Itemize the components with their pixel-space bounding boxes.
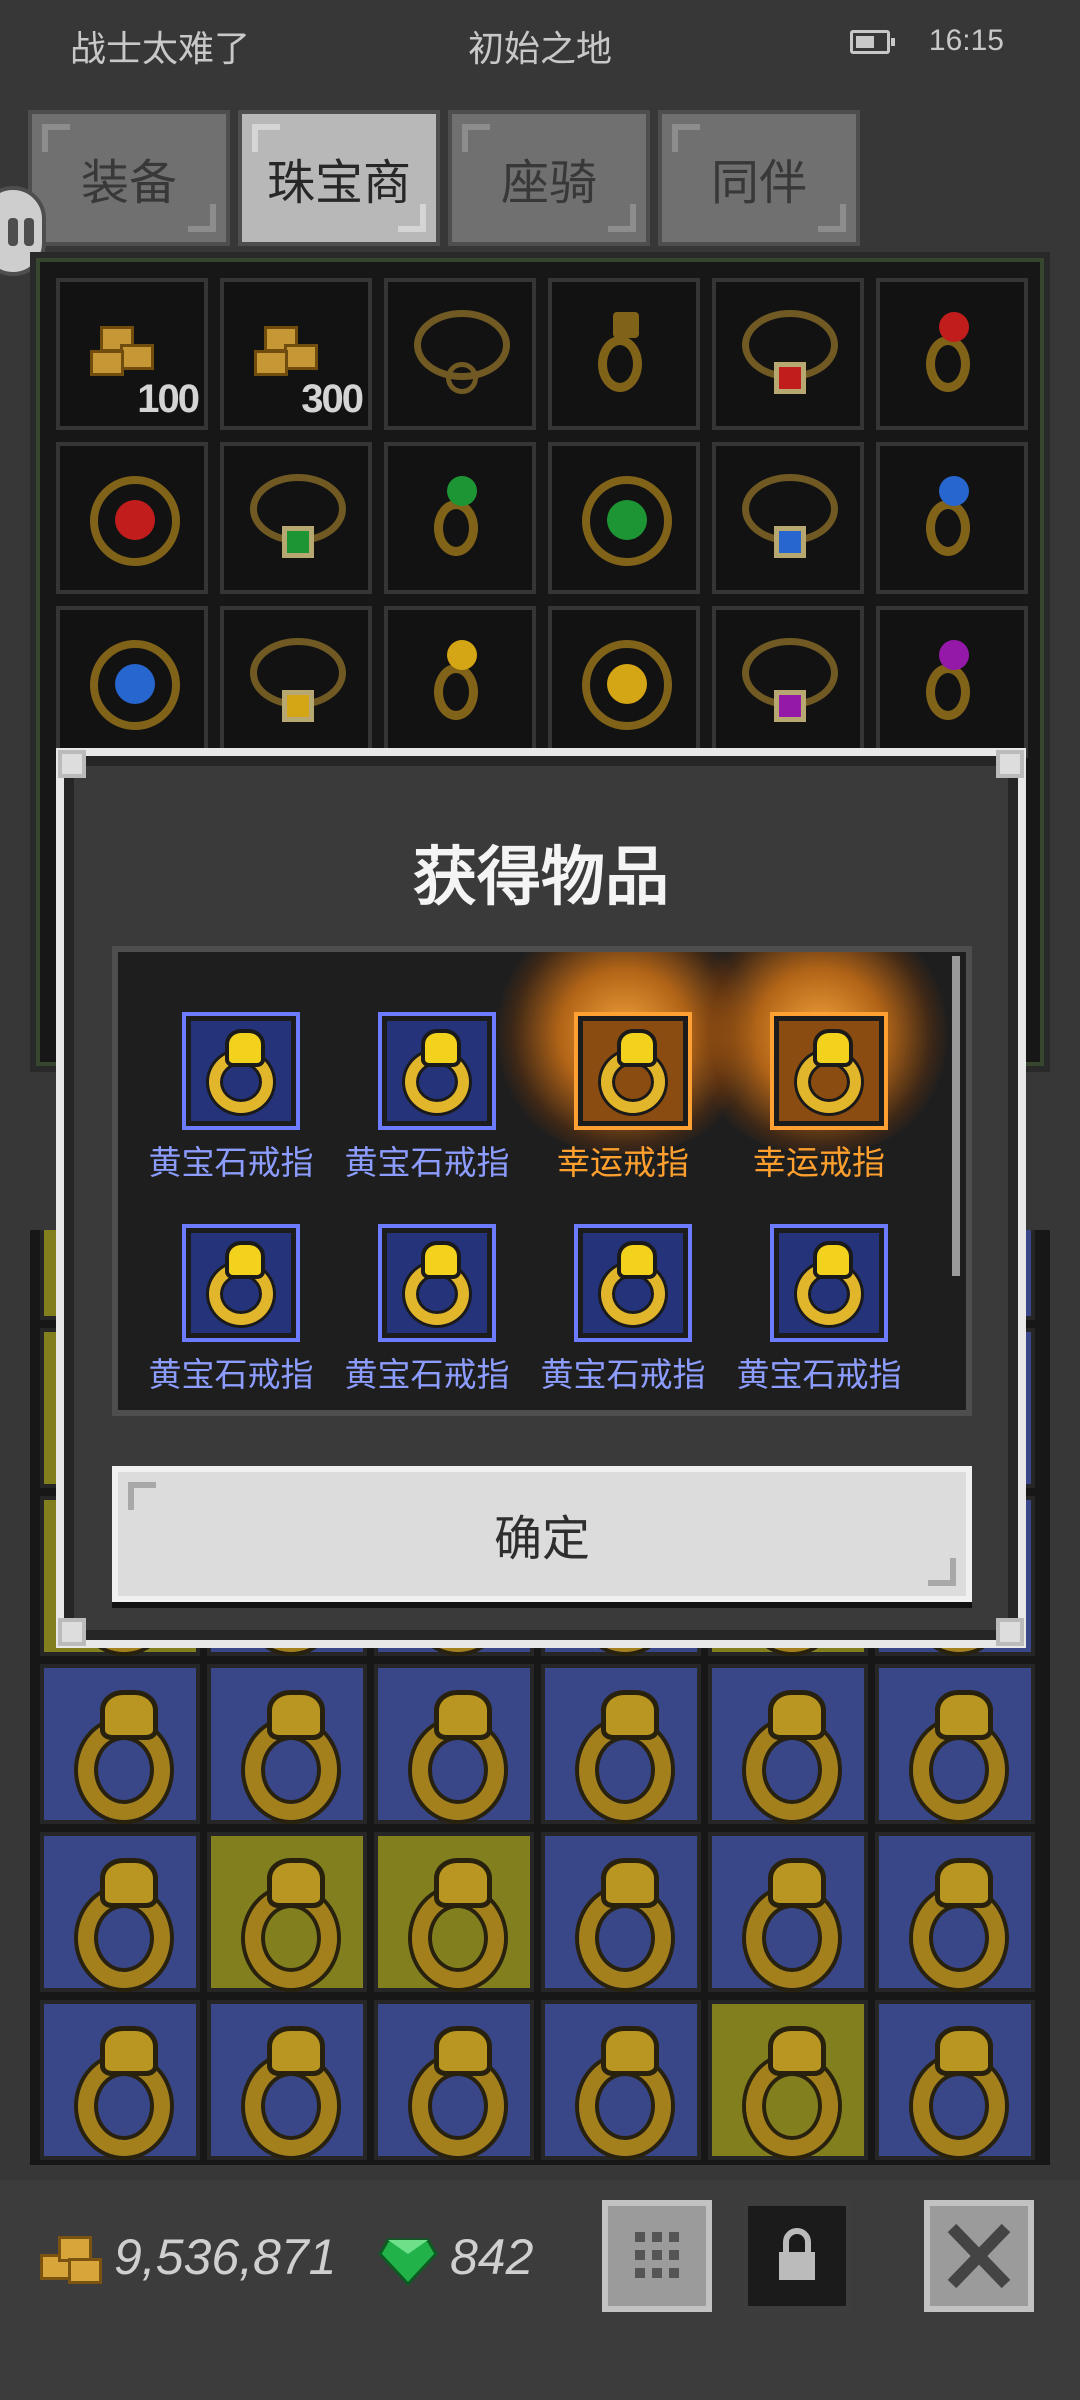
obtained-item[interactable]: 黄宝石戒指 <box>524 1152 720 1393</box>
obtained-item[interactable]: 黄宝石戒指 <box>132 952 328 1181</box>
close-icon <box>947 2223 1011 2289</box>
gem-icon <box>378 2238 438 2286</box>
item-name: 黄宝石戒指 <box>736 1356 902 1393</box>
confirm-label: 确定 <box>493 1513 590 1566</box>
ring-icon <box>382 1228 492 1338</box>
ring-icon <box>774 1228 884 1338</box>
obtained-items-list[interactable]: 黄宝石戒指 黄宝石戒指 幸运戒指 幸运戒指 黄宝石戒指 黄宝石戒指 黄宝石戒指 黄宝石戒指 <box>112 946 972 1416</box>
ring-icon <box>774 1016 884 1126</box>
obtained-item[interactable]: 黄宝石戒指 <box>720 1152 916 1393</box>
ring-icon <box>578 1016 688 1126</box>
item-name: 黄宝石戒指 <box>540 1356 706 1393</box>
gold-icon <box>40 2234 102 2288</box>
confirm-button[interactable]: 确定 <box>112 1466 972 1602</box>
ring-icon <box>578 1228 688 1338</box>
lock-icon <box>779 2228 815 2280</box>
ring-icon <box>382 1016 492 1126</box>
gold-amount: 9,536,871 <box>114 2229 337 2285</box>
gem-amount: 842 <box>450 2229 534 2285</box>
grid-icon <box>635 2232 679 2278</box>
footer-bar <box>0 2180 1080 2400</box>
obtained-items-dialog: 获得物品 黄宝石戒指 黄宝石戒指 幸运戒指 幸运戒指 黄宝石戒指 黄宝石戒指 黄宝石戒指 黄宝… <box>56 748 1026 1648</box>
ring-icon <box>186 1016 296 1126</box>
obtained-item[interactable]: 黄宝石戒指 <box>328 1152 524 1393</box>
dialog-title: 获得物品 <box>413 841 669 913</box>
ring-icon <box>186 1228 296 1338</box>
obtained-item[interactable]: 黄宝石戒指 <box>132 1152 328 1393</box>
item-name: 黄宝石戒指 <box>148 1356 314 1393</box>
obtained-item[interactable]: 幸运戒指 <box>680 952 960 1181</box>
close-button[interactable] <box>924 2200 1034 2312</box>
grid-view-button[interactable] <box>602 2200 712 2312</box>
item-name: 黄宝石戒指 <box>344 1356 510 1393</box>
lock-button[interactable] <box>742 2200 852 2312</box>
